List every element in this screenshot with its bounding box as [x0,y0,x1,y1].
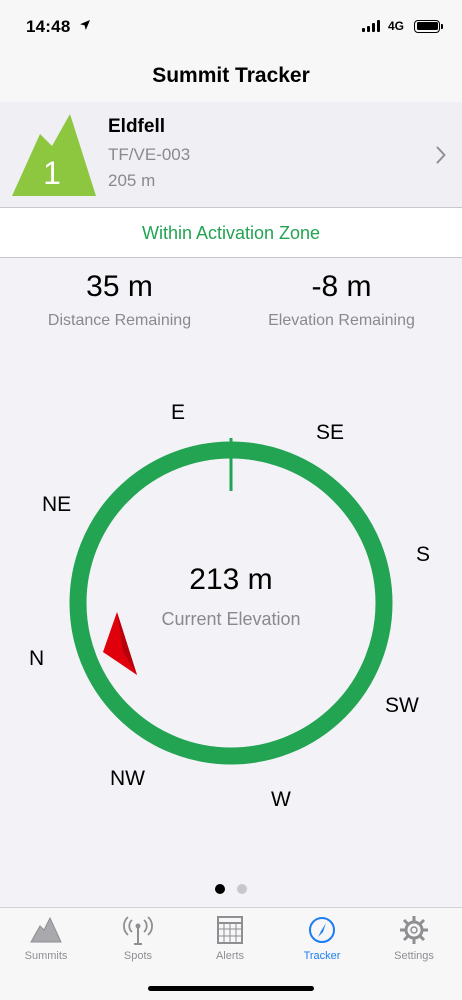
direction-label-n: N [29,647,45,670]
direction-label-se: SE [316,421,345,444]
status-time: 14:48 [26,17,71,36]
status-indicators: 4G [361,19,443,33]
status-bar: 14:48 4G [0,0,462,56]
tab-settings[interactable]: Settings [368,914,460,962]
page-indicator[interactable] [0,884,462,894]
compass-icon [309,917,335,943]
current-elevation-label: Current Elevation [161,609,301,629]
direction-label-w: W [271,788,291,811]
location-arrow-icon [80,20,90,30]
tab-spots[interactable]: Spots [92,914,184,962]
summit-details: Eldfell TF/VE-003 205 m [108,116,190,197]
tab-tracker[interactable]: Tracker [276,914,368,962]
stats-row: 35 m Distance Remaining -8 m Elevation R… [0,270,462,340]
direction-label-sw: SW [385,694,419,717]
network-type: 4G [387,19,404,33]
activation-zone-status: Within Activation Zone [141,223,321,243]
mountain-icon [30,916,62,943]
navigation-bar: Summit Tracker [0,56,462,102]
battery-icon [414,19,443,33]
current-elevation-value: 213 m [189,563,273,596]
tab-label-alerts: Alerts [215,950,245,962]
summit-reference: TF/VE-003 [108,145,191,164]
page-dot[interactable] [237,884,247,894]
distance-stat: 35 m Distance Remaining [4,270,235,330]
antenna-icon [123,916,153,945]
page-dot-active[interactable] [215,884,225,894]
tab-label-settings: Settings [394,950,434,962]
gear-icon [400,916,428,944]
elevation-remaining-value: -8 m [311,270,372,303]
chevron-right-icon[interactable] [436,146,446,164]
distance-value: 35 m [86,270,153,303]
tab-label-spots: Spots [123,950,153,962]
current-elevation: 213 m Current Elevation [0,563,462,630]
direction-label-e: E [171,401,186,424]
elevation-stat: -8 m Elevation Remaining [226,270,457,330]
distance-label: Distance Remaining [47,312,192,329]
summit-mountain-icon: 1 [12,114,96,196]
page-title: Summit Tracker [152,64,310,87]
summit-card[interactable]: 1 Eldfell TF/VE-003 205 m [0,102,462,208]
home-indicator[interactable] [148,986,314,991]
direction-label-ne: NE [42,493,72,516]
activation-zone-bar: Within Activation Zone [0,208,462,258]
tab-alerts[interactable]: Alerts [184,914,276,962]
elevation-remaining-label: Elevation Remaining [268,312,415,329]
summit-altitude: 205 m [108,171,156,190]
tab-label-summits: Summits [24,950,68,962]
signal-icon [361,20,380,32]
tab-summits[interactable]: Summits [0,914,92,962]
calendar-icon [217,916,243,944]
tab-label-tracker: Tracker [303,950,341,962]
summit-rank: 1 [43,155,61,191]
summit-name: Eldfell [108,116,166,137]
direction-label-nw: NW [110,767,145,790]
